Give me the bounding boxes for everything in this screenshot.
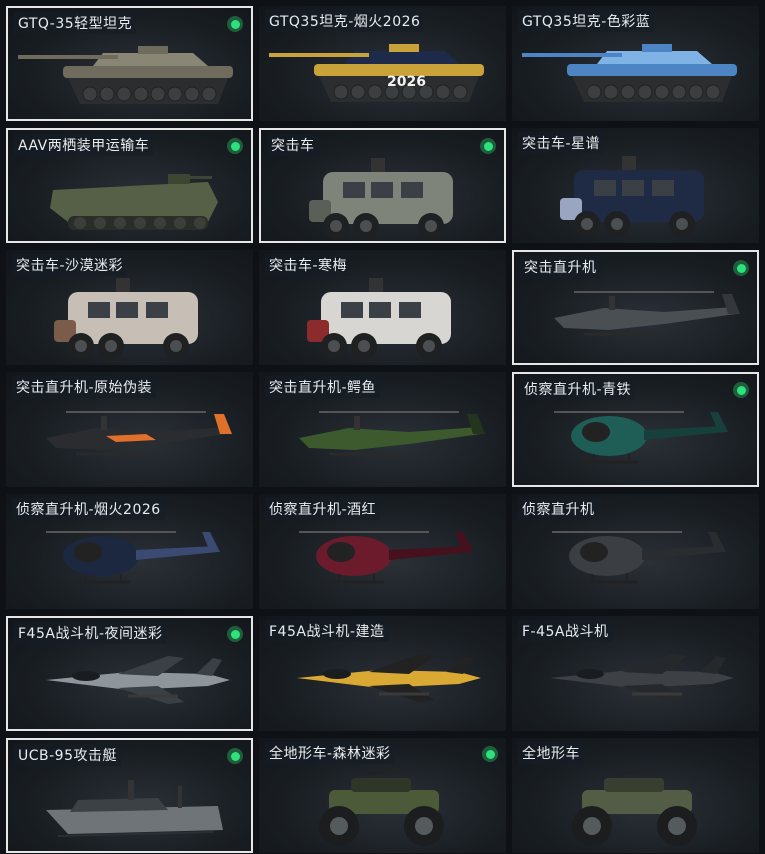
owned-status-icon xyxy=(227,748,243,764)
owned-status-icon xyxy=(227,626,243,642)
vehicle-skin-card[interactable]: 2026 GTQ35坦克-烟火2026 xyxy=(259,6,506,121)
vehicle-skin-label: 突击车-沙漠迷彩 xyxy=(12,254,128,276)
vehicle-skin-card[interactable]: F45A战斗机-夜间迷彩 xyxy=(6,616,253,731)
vehicle-skin-card[interactable]: 全地形车-森林迷彩 xyxy=(259,738,506,853)
vehicle-skin-label: 突击车-寒梅 xyxy=(265,254,352,276)
vehicle-skin-card[interactable]: 侦察直升机 xyxy=(512,494,759,609)
vehicle-skin-label: 侦察直升机 xyxy=(518,498,599,520)
vehicle-skin-label: 侦察直升机-酒红 xyxy=(265,498,381,520)
owned-status-icon xyxy=(227,138,243,154)
owned-status-icon xyxy=(482,746,498,762)
vehicle-skin-card[interactable]: GTQ35坦克-色彩蓝 xyxy=(512,6,759,121)
owned-status-icon xyxy=(227,16,243,32)
vehicle-skin-card[interactable]: UCB-95攻击艇 xyxy=(6,738,253,853)
vehicle-skin-card[interactable]: F45A战斗机-建造 xyxy=(259,616,506,731)
vehicle-skin-card[interactable]: 全地形车 xyxy=(512,738,759,853)
vehicle-skin-card[interactable]: 突击直升机-原始伪装 xyxy=(6,372,253,487)
vehicle-skin-label: F-45A战斗机 xyxy=(518,620,613,642)
vehicle-skin-label: GTQ35坦克-色彩蓝 xyxy=(518,10,655,32)
svg-text:2026: 2026 xyxy=(387,74,426,90)
vehicle-skin-grid: GTQ-35轻型坦克 2026 GTQ35坦克-烟火2026 GTQ35坦克-色彩蓝 A… xyxy=(0,0,765,854)
vehicle-skin-card[interactable]: 侦察直升机-青铁 xyxy=(512,372,759,487)
vehicle-skin-label: AAV两栖装甲运输车 xyxy=(14,134,154,156)
vehicle-skin-label: 突击直升机 xyxy=(520,256,601,278)
vehicle-skin-card[interactable]: 突击直升机 xyxy=(512,250,759,365)
vehicle-skin-label: 突击车 xyxy=(267,134,319,156)
vehicle-skin-label: 突击车-星谱 xyxy=(518,132,605,154)
vehicle-skin-label: UCB-95攻击艇 xyxy=(14,744,121,766)
vehicle-skin-card[interactable]: 突击车-星谱 xyxy=(512,128,759,243)
owned-status-icon xyxy=(733,382,749,398)
vehicle-skin-card[interactable]: 突击车-沙漠迷彩 xyxy=(6,250,253,365)
vehicle-skin-label: 突击直升机-鳄鱼 xyxy=(265,376,381,398)
owned-status-icon xyxy=(733,260,749,276)
vehicle-skin-card[interactable]: GTQ-35轻型坦克 xyxy=(6,6,253,121)
vehicle-skin-label: 全地形车-森林迷彩 xyxy=(265,742,395,764)
vehicle-skin-card[interactable]: 突击直升机-鳄鱼 xyxy=(259,372,506,487)
vehicle-skin-card[interactable]: 突击车-寒梅 xyxy=(259,250,506,365)
vehicle-skin-label: 侦察直升机-青铁 xyxy=(520,378,636,400)
vehicle-skin-card[interactable]: 侦察直升机-酒红 xyxy=(259,494,506,609)
vehicle-skin-label: GTQ-35轻型坦克 xyxy=(14,12,137,34)
vehicle-skin-card[interactable]: 侦察直升机-烟火2026 xyxy=(6,494,253,609)
vehicle-skin-card[interactable]: F-45A战斗机 xyxy=(512,616,759,731)
vehicle-skin-label: 突击直升机-原始伪装 xyxy=(12,376,157,398)
vehicle-skin-card[interactable]: AAV两栖装甲运输车 xyxy=(6,128,253,243)
owned-status-icon xyxy=(480,138,496,154)
vehicle-skin-label: F45A战斗机-建造 xyxy=(265,620,389,642)
vehicle-skin-label: F45A战斗机-夜间迷彩 xyxy=(14,622,167,644)
vehicle-skin-label: 侦察直升机-烟火2026 xyxy=(12,498,165,520)
vehicle-skin-label: 全地形车 xyxy=(518,742,584,764)
vehicle-skin-card[interactable]: 突击车 xyxy=(259,128,506,243)
vehicle-skin-label: GTQ35坦克-烟火2026 xyxy=(265,10,425,32)
